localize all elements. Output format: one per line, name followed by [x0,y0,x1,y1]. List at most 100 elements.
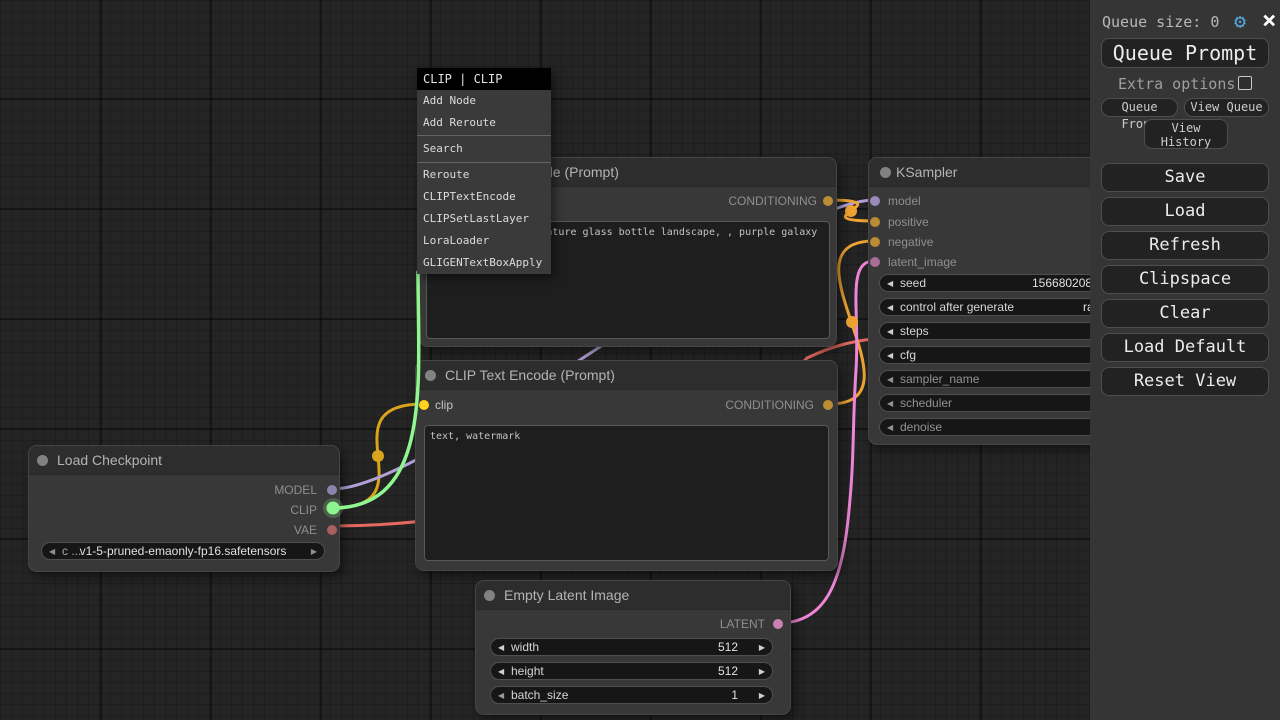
decrement-arrow-icon[interactable]: ◀ [498,639,504,656]
collapse-dot-icon[interactable] [37,455,48,466]
menu-item-add-reroute[interactable]: Add Reroute [417,112,551,134]
node-clip-text-encode-negative[interactable]: CLIP Text Encode (Prompt) clip CONDITION… [415,360,838,571]
node-load-checkpoint[interactable]: Load Checkpoint MODEL CLIP VAE ◀ c ... v… [28,445,340,572]
menu-item-loraloader[interactable]: LoraLoader [417,230,551,252]
conditioning-output-port[interactable] [823,196,833,206]
prompt-textarea[interactable]: text, watermark [424,425,829,561]
decrement-arrow-icon[interactable]: ◀ [887,299,893,316]
node-title-bar[interactable]: Load Checkpoint [29,446,339,475]
node-title-bar[interactable]: Empty Latent Image [476,581,790,610]
latent-image-input-label: latent_image [888,256,957,268]
increment-arrow-icon[interactable]: ▶ [759,639,765,656]
refresh-button[interactable]: Refresh [1101,231,1269,260]
menu-item-reroute[interactable]: Reroute [417,164,551,186]
menu-item-add-node[interactable]: Add Node [417,90,551,112]
menu-separator [417,135,551,136]
collapse-dot-icon[interactable] [880,167,891,178]
model-output-label: MODEL [274,484,317,496]
link-clip-to-negative-encoder [333,404,423,508]
queue-size-row: Queue size: 0 ⚙ × [1102,11,1272,33]
collapse-dot-icon[interactable] [484,590,495,601]
settings-gear-icon[interactable]: ⚙ [1234,9,1246,33]
link-midpoint-dot [845,205,857,217]
decrement-arrow-icon[interactable]: ◀ [887,275,893,292]
menu-item-search[interactable]: Search [417,137,551,161]
widget-label: scheduler [900,395,952,412]
collapse-dot-icon[interactable] [425,370,436,381]
node-empty-latent-image[interactable]: Empty Latent Image LATENT ◀ width 512 ▶ … [475,580,791,715]
latent-image-input-port[interactable] [870,257,880,267]
clip-input-port[interactable] [419,400,429,410]
context-menu-title: CLIP | CLIP [417,68,551,90]
negative-input-label: negative [888,236,933,248]
positive-input-port[interactable] [870,217,880,227]
node-title-bar[interactable]: CLIP Text Encode (Prompt) [416,361,837,390]
clip-input-label: clip [435,399,453,411]
ckpt-name-widget[interactable]: ◀ c ... v1-5-pruned-emaonly-fp16.safeten… [41,542,325,560]
node-canvas[interactable]: CLIP Text Encode (Prompt) clip CONDITION… [0,0,1280,720]
conditioning-output-label: CONDITIONING [725,399,814,411]
conditioning-output-label: CONDITIONING [728,195,817,207]
prev-option-arrow-icon[interactable]: ◀ [887,395,893,412]
next-option-arrow-icon[interactable]: ▶ [311,543,317,560]
comfyui-app: CLIP Text Encode (Prompt) clip CONDITION… [0,0,1280,720]
conditioning-output-port[interactable] [823,400,833,410]
menu-item-cliptextencode[interactable]: CLIPTextEncode [417,186,551,208]
widget-label: sampler_name [900,371,979,388]
widget-label: batch_size [511,687,568,704]
link-midpoint-dot [846,316,858,328]
decrement-arrow-icon[interactable]: ◀ [498,663,504,680]
increment-arrow-icon[interactable]: ▶ [759,687,765,704]
widget-value: 512 [718,663,738,680]
menu-item-clipsetlastlayer[interactable]: CLIPSetLastLayer [417,208,551,230]
queue-prompt-button[interactable]: Queue Prompt [1101,38,1269,68]
view-queue-button[interactable]: View Queue [1184,98,1269,117]
increment-arrow-icon[interactable]: ▶ [759,663,765,680]
reset-view-button[interactable]: Reset View [1101,367,1269,396]
extra-options-label: Extra options [1118,76,1235,92]
decrement-arrow-icon[interactable]: ◀ [498,687,504,704]
close-icon[interactable]: × [1262,7,1276,33]
extra-options-row: Extra options [1090,76,1280,92]
latent-output-port[interactable] [773,619,783,629]
latent-output-label: LATENT [720,618,765,630]
vae-output-port[interactable] [327,525,337,535]
clear-button[interactable]: Clear [1101,299,1269,328]
widget-value: 512 [718,639,738,656]
queue-front-button[interactable]: Queue Front [1101,98,1178,117]
save-button[interactable]: Save [1101,163,1269,192]
view-history-line2: History [1145,135,1227,149]
load-default-button[interactable]: Load Default [1101,333,1269,362]
model-input-port[interactable] [870,196,880,206]
menu-separator [417,162,551,163]
prev-option-arrow-icon[interactable]: ◀ [887,371,893,388]
extra-options-checkbox[interactable] [1238,76,1252,90]
widget-label: control after generate [900,299,1014,316]
clipspace-button[interactable]: Clipspace [1101,265,1269,294]
node-title: Empty Latent Image [504,581,629,610]
positive-input-label: positive [888,216,929,228]
view-history-button[interactable]: View History [1144,119,1228,149]
negative-input-port[interactable] [870,237,880,247]
widget-value: 1 [731,687,738,704]
decrement-arrow-icon[interactable]: ◀ [887,323,893,340]
load-button[interactable]: Load [1101,197,1269,226]
width-widget[interactable]: ◀ width 512 ▶ [490,638,773,656]
node-title: Load Checkpoint [57,446,162,475]
widget-label: denoise [900,419,942,436]
widget-label: seed [900,275,926,292]
menu-item-gligentextboxapply[interactable]: GLIGENTextBoxApply [417,252,551,274]
widget-label: height [511,663,544,680]
decrement-arrow-icon[interactable]: ◀ [887,419,893,436]
height-widget[interactable]: ◀ height 512 ▶ [490,662,773,680]
widget-label: cfg [900,347,916,364]
decrement-arrow-icon[interactable]: ◀ [887,347,893,364]
node-title: CLIP Text Encode (Prompt) [445,361,615,390]
batch-size-widget[interactable]: ◀ batch_size 1 ▶ [490,686,773,704]
widget-value: v1-5-pruned-emaonly-fp16.safetensors [42,543,324,560]
widget-value: 1566802087 [1032,275,1099,292]
node-title: KSampler [896,158,957,187]
queue-size-label: Queue size: 0 [1102,13,1219,31]
model-output-port[interactable] [327,485,337,495]
comfy-menu-panel: Queue size: 0 ⚙ × Queue Prompt Extra opt… [1090,0,1280,720]
